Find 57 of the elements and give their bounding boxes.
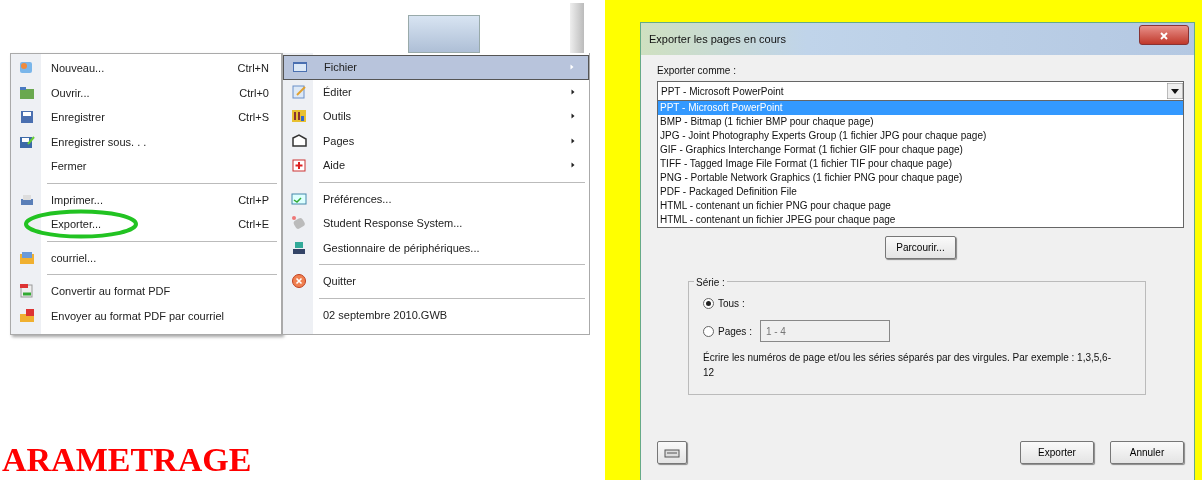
- list-option[interactable]: TIFF - Tagged Image File Format (1 fichier TIF pour chaque page): [658, 157, 1183, 171]
- menu-item[interactable]: Student Response System...: [283, 211, 589, 236]
- pencil-icon: [291, 83, 307, 100]
- export-button[interactable]: Exporter: [1020, 441, 1094, 464]
- list-option[interactable]: GIF - Graphics Interchange Format (1 fichier GIF pour chaque page): [658, 143, 1183, 157]
- close-button[interactable]: [1139, 25, 1189, 45]
- field-label: Exporter comme :: [657, 64, 737, 78]
- menu-item[interactable]: Pages: [283, 128, 589, 153]
- menu-item[interactable]: Quitter: [283, 269, 589, 294]
- menu-item[interactable]: Envoyer au format PDF par courriel: [11, 303, 281, 328]
- menu-item[interactable]: Outils: [283, 104, 589, 129]
- close-circle-icon: [291, 273, 307, 290]
- folder-icon: [19, 84, 35, 101]
- close-icon: [1158, 29, 1170, 42]
- radio-button[interactable]: [703, 297, 714, 309]
- menu-item[interactable]: courriel...: [11, 245, 281, 270]
- menu-item[interactable]: Ouvrir... Ctrl+0: [11, 80, 281, 105]
- menu-item[interactable]: Fichier: [283, 55, 589, 80]
- menu-item[interactable]: Nouveau... Ctrl+N: [11, 56, 281, 81]
- first-aid-icon: [291, 157, 307, 174]
- hint-text: Écrire les numéros de page et/ou les séries séparés par des virgules. Par exemple : 1,3,5,6-12: [703, 350, 1112, 380]
- window-title: Exporter les pages en cours: [649, 31, 786, 47]
- format-dropdown[interactable]: PPT - Microsoft PowerPoint: [657, 81, 1184, 101]
- radio-button[interactable]: [703, 325, 714, 337]
- scroll-bar: [570, 3, 584, 53]
- menu-item[interactable]: Imprimer... Ctrl+P: [11, 187, 281, 212]
- cancel-button[interactable]: Annuler: [1110, 441, 1184, 464]
- pdf-envelope-icon: [19, 307, 35, 324]
- pdf-convert-icon: [19, 283, 35, 300]
- list-option[interactable]: HTML - contenant un fichier PNG pour chaque page: [658, 199, 1183, 213]
- toolbar-thumbnail: [408, 15, 480, 53]
- pages-icon: [291, 132, 307, 149]
- list-option[interactable]: JPG - Joint Photography Experts Group (1 fichier JPG pour chaque page): [658, 129, 1183, 143]
- menu-item[interactable]: Convertir au format PDF: [11, 279, 281, 304]
- menu-item[interactable]: Préférences...: [283, 186, 589, 211]
- heading: ARAMETRAGE: [2, 440, 252, 478]
- list-option[interactable]: PNG - Portable Network Graphics (1 fichier PNG pour chaque page): [658, 171, 1183, 185]
- menu-item[interactable]: Gestionnaire de périphériques...: [283, 235, 589, 260]
- tools-icon: [291, 108, 307, 125]
- list-option[interactable]: BMP - Bitmap (1 fichier BMP pour chaque page): [658, 115, 1183, 129]
- radio-label: Tous :: [718, 296, 745, 311]
- preferences-icon: [291, 190, 307, 207]
- list-option[interactable]: PDF - Packaged Definition File: [658, 185, 1183, 199]
- menu-item[interactable]: Enregistrer sous. . .: [11, 129, 281, 154]
- envelope-icon: [19, 249, 35, 266]
- radio-label: Pages :: [718, 324, 752, 339]
- menu-item[interactable]: Éditer: [283, 79, 589, 104]
- menu-item[interactable]: Exporter... Ctrl+E: [11, 212, 281, 237]
- list-option[interactable]: HTML - contenant un fichier JPEG pour chaque page: [658, 213, 1183, 227]
- pages-field[interactable]: 1 - 4: [759, 320, 890, 342]
- menu-item[interactable]: Aide: [283, 153, 589, 178]
- browse-button[interactable]: Parcourir...: [885, 236, 956, 259]
- dropdown-arrow-icon: [1167, 83, 1183, 99]
- menu-item[interactable]: Enregistrer Ctrl+S: [11, 105, 281, 130]
- menu-item[interactable]: 02 septembre 2010.GWB: [283, 302, 589, 327]
- keyboard-button[interactable]: [657, 441, 687, 464]
- menu-item[interactable]: Fermer: [11, 154, 281, 179]
